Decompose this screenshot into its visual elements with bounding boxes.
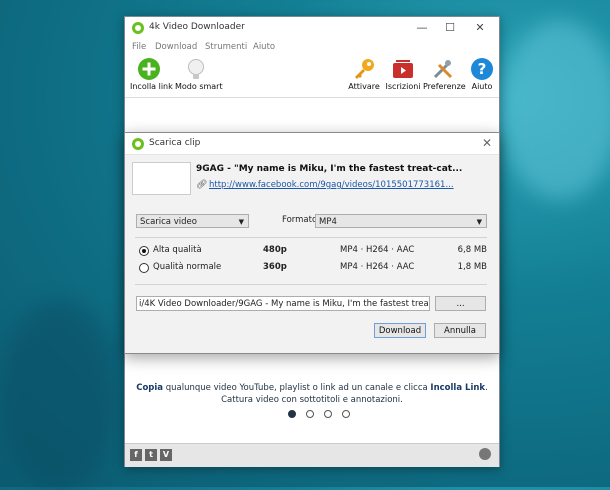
dialog-title: Scarica clip [149,138,201,148]
cancel-button[interactable]: Annulla [434,323,486,338]
dialog-close-button[interactable]: ✕ [482,136,492,150]
menu-bar: File Download Strumenti Aiuto [125,40,499,55]
lightbulb-icon [188,59,204,79]
maximize-button[interactable]: ☐ [437,19,463,37]
title-bar: 4k Video Downloader — ☐ ✕ [125,17,499,39]
chevron-down-icon: ▼ [476,218,482,226]
quality-resolution: 360p [263,262,287,272]
info-copy: Copia [136,383,164,393]
bottom-bar: f t V [125,443,499,467]
pagination-dot-3[interactable] [323,410,332,418]
activate-label: Attivare [348,82,380,91]
chevron-down-icon: ▼ [238,218,244,226]
globe-icon[interactable] [479,448,491,460]
pagination-dot-2[interactable] [305,410,314,418]
divider [135,237,487,238]
download-button[interactable]: Download [374,323,426,338]
quality-size: 6,8 MB [457,245,487,255]
info-end: . [485,383,488,393]
quality-label: Alta qualità [153,245,202,255]
save-path-input[interactable]: i/4K Video Downloader/9GAG - My name is … [136,296,430,311]
menu-file[interactable]: File [132,42,146,52]
quality-size: 1,8 MB [457,262,487,272]
quality-label: Qualità normale [153,262,222,272]
format-value: MP4 [319,217,337,227]
info-middle: qualunque video YouTube, playlist o link… [163,383,431,393]
info-line-2: Cattura video con sottotitoli e annotazi… [221,395,403,405]
menu-aiuto[interactable]: Aiuto [253,42,275,52]
plus-circle-icon [138,58,160,80]
facebook-icon[interactable]: f [130,449,142,461]
download-type-value: Scarica video [140,217,197,227]
svg-text:?: ? [478,60,487,78]
key-icon [355,59,374,79]
info-paste-link: Incolla Link [430,383,486,393]
activate-button[interactable]: Attivare [347,57,381,91]
wallpaper-highlight [500,20,610,200]
quality-high-radio[interactable] [139,246,149,256]
quality-codec: MP4 · H264 · AAC [340,245,415,255]
paste-link-button[interactable]: Incolla link [130,57,173,91]
help-icon: ? [471,58,493,80]
download-clip-dialog: Scarica clip ✕ 9GAG - "My name is Miku, … [124,132,500,354]
quality-resolution: 480p [263,245,287,255]
app-logo-icon [132,22,144,34]
dialog-logo-icon [132,138,144,150]
preferences-label: Preferenze [423,82,466,91]
toolbar: Incolla link Modo smart Attivare Iscrizi… [125,55,499,98]
preferences-button[interactable]: Preferenze [423,57,466,91]
download-type-select[interactable]: Scarica video ▼ [136,214,249,228]
twitter-icon[interactable]: t [145,449,157,461]
video-link[interactable]: http://www.facebook.com/9gag/videos/1015… [209,180,454,190]
pagination-dots [288,410,357,421]
subscriptions-button[interactable]: Iscrizioni [385,57,421,91]
pagination-dot-1[interactable] [288,410,296,418]
window-title: 4k Video Downloader [149,22,245,32]
video-title: 9GAG - "My name is Miku, I'm the fastest… [196,164,463,174]
menu-download[interactable]: Download [155,42,197,52]
pagination-dot-4[interactable] [341,410,350,418]
quality-option-normal[interactable]: Qualità normale 360p MP4 · H264 · AAC 1,… [139,262,487,274]
info-line-1: Copia qualunque video YouTube, playlist … [125,383,499,393]
subscriptions-label: Iscrizioni [385,82,421,91]
menu-strumenti[interactable]: Strumenti [205,42,247,52]
smart-mode-label: Modo smart [175,82,223,91]
subscriptions-icon [393,60,413,78]
close-button[interactable]: ✕ [467,19,493,37]
help-button[interactable]: ? Aiuto [469,57,495,91]
paste-link-label: Incolla link [130,82,173,91]
tools-icon [433,60,453,79]
dialog-title-bar: Scarica clip ✕ [125,133,499,155]
format-select[interactable]: MP4 ▼ [315,214,487,228]
minimize-button[interactable]: — [409,19,435,37]
link-icon: 🔗︎ [196,180,208,190]
smart-mode-button[interactable]: Modo smart [175,57,223,91]
quality-option-high[interactable]: Alta qualità 480p MP4 · H264 · AAC 6,8 M… [139,245,487,257]
wallpaper-shadow [0,300,120,490]
quality-codec: MP4 · H264 · AAC [340,262,415,272]
format-label: Formato [282,215,318,225]
help-label: Aiuto [471,82,493,91]
browse-button[interactable]: ... [435,296,486,311]
vimeo-icon[interactable]: V [160,449,172,461]
quality-normal-radio[interactable] [139,263,149,273]
divider [135,284,487,285]
video-thumbnail [132,162,191,195]
